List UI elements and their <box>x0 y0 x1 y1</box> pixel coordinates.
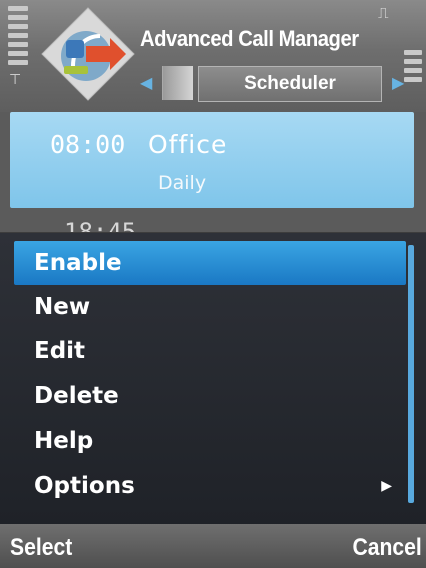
tab-scheduler[interactable]: Scheduler <box>198 66 382 102</box>
tab-previous[interactable] <box>162 66 193 100</box>
menu-item-edit[interactable]: Edit <box>14 329 406 373</box>
softkey-bar: Select Cancel <box>0 524 426 568</box>
menu-item-options[interactable]: Options ▶ <box>14 464 406 508</box>
menu-item-enable[interactable]: Enable <box>14 241 406 285</box>
app-logo-icon <box>41 7 135 101</box>
battery-icon <box>404 50 422 90</box>
title-bar: ⊤ Advanced Call Manager ⎍ ◀ Scheduler ▶ <box>0 0 426 112</box>
menu-item-label: Help <box>34 428 94 454</box>
menu-item-label: Delete <box>34 383 119 409</box>
schedule-item[interactable]: 08:00 Office Daily <box>10 112 414 208</box>
schedule-name: Office <box>148 130 228 159</box>
app-title: Advanced Call Manager <box>140 26 359 51</box>
tab-bar[interactable]: ◀ Scheduler ▶ <box>140 66 404 102</box>
menu-item-label: Options <box>34 473 135 499</box>
antenna-icon: ⊤ <box>9 72 22 88</box>
chevron-left-icon[interactable]: ◀ <box>140 73 152 92</box>
options-menu: Enable New Edit Delete Help Options ▶ <box>0 232 426 525</box>
menu-item-delete[interactable]: Delete <box>14 374 406 418</box>
menu-scrollbar[interactable] <box>408 245 414 503</box>
select-softkey[interactable]: Select <box>10 534 72 562</box>
cancel-softkey[interactable]: Cancel <box>353 534 422 562</box>
network-activity-icon: ⎍ <box>378 4 389 22</box>
menu-item-label: Enable <box>34 250 122 276</box>
chevron-right-icon[interactable]: ▶ <box>392 73 404 92</box>
schedule-time: 08:00 <box>50 130 126 159</box>
menu-item-help[interactable]: Help <box>14 419 406 463</box>
submenu-arrow-icon: ▶ <box>381 478 392 494</box>
menu-item-label: New <box>34 294 91 320</box>
menu-item-new[interactable]: New <box>14 285 406 329</box>
schedule-recurrence: Daily <box>158 172 207 194</box>
menu-item-label: Edit <box>34 338 86 364</box>
